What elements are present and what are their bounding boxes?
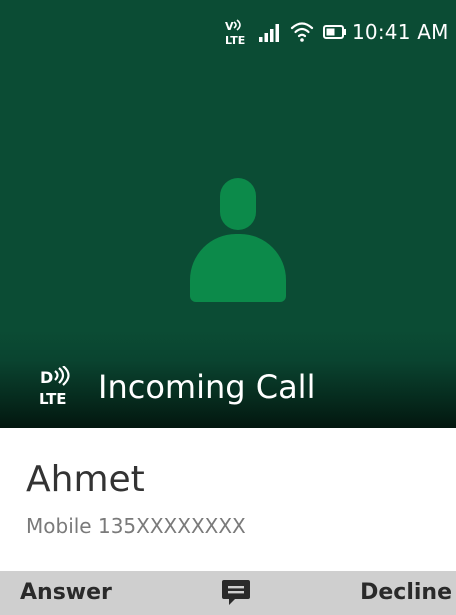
message-icon[interactable] xyxy=(220,577,252,609)
avatar-head xyxy=(220,178,256,230)
wifi-icon xyxy=(290,22,314,42)
signal-icon xyxy=(259,24,279,42)
volte-call-icon: D LTE xyxy=(39,366,70,408)
call-state-text: Incoming Call xyxy=(98,368,316,406)
decline-button[interactable]: Decline xyxy=(360,571,452,615)
softkey-bar: Answer Decline xyxy=(0,571,456,615)
svg-text:LTE: LTE xyxy=(225,34,245,46)
battery-icon xyxy=(323,25,346,39)
status-bar: V LTE 10:41 AM xyxy=(0,0,456,62)
svg-text:D: D xyxy=(40,368,53,387)
caller-number: Mobile 135XXXXXXXX xyxy=(26,514,246,538)
caller-avatar xyxy=(190,178,286,302)
svg-text:V: V xyxy=(225,20,234,33)
status-clock: 10:41 AM xyxy=(352,20,449,44)
volte-icon: V LTE xyxy=(225,19,245,46)
avatar-body xyxy=(190,234,286,302)
incoming-call-screen: V LTE 10:41 AM D LTE Incoming Call Ahmet… xyxy=(0,0,456,615)
svg-text:LTE: LTE xyxy=(39,390,67,408)
answer-button[interactable]: Answer xyxy=(20,571,112,615)
caller-name: Ahmet xyxy=(26,459,145,500)
